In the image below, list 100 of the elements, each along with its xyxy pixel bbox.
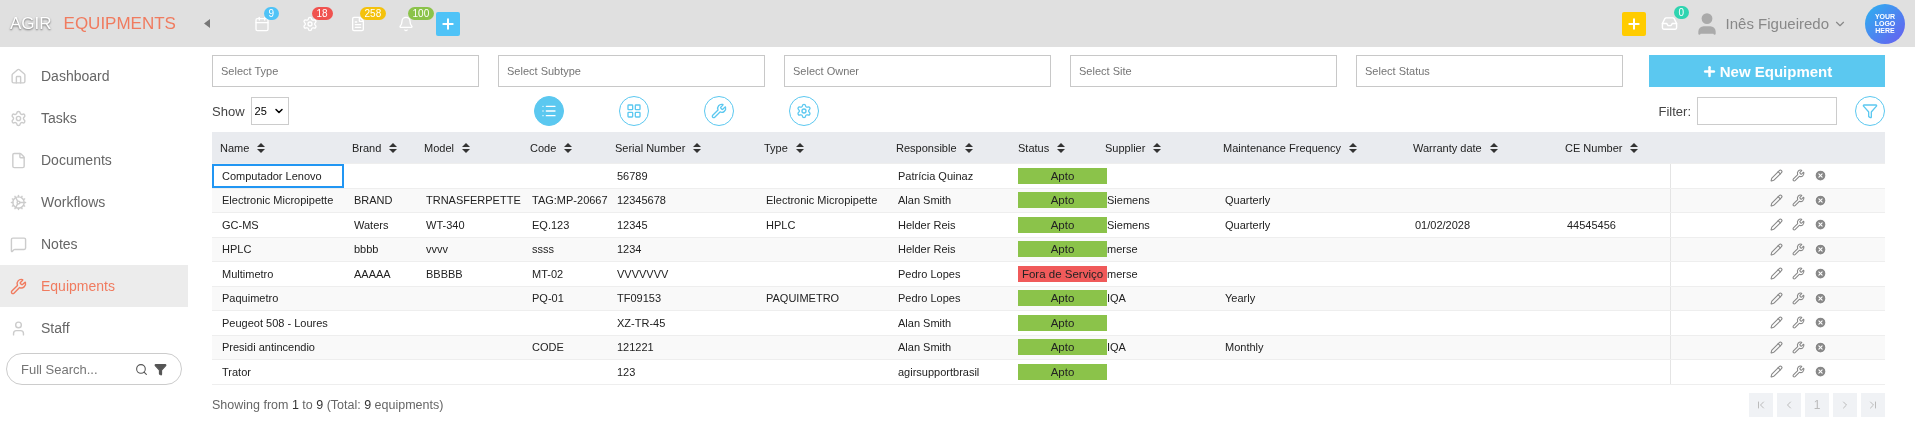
delete-icon[interactable] — [1813, 291, 1827, 305]
delete-icon[interactable] — [1813, 267, 1827, 281]
edit-icon[interactable] — [1769, 316, 1783, 330]
column-header[interactable]: Model — [424, 141, 454, 154]
edit-icon[interactable] — [1769, 218, 1783, 232]
edit-icon[interactable] — [1769, 267, 1783, 281]
delete-icon[interactable] — [1813, 365, 1827, 379]
table-cell-text: Quarterly — [1224, 217, 1272, 233]
sidebar-item[interactable]: Staff — [0, 307, 188, 349]
wrench-icon[interactable] — [1791, 193, 1805, 207]
delete-icon[interactable] — [1813, 169, 1827, 183]
wrench-icon[interactable] — [1791, 218, 1805, 232]
settings-icon — [795, 103, 812, 119]
sort-icon[interactable] — [1630, 142, 1639, 153]
status-badge: Apto — [1018, 339, 1107, 356]
select-field[interactable]: Select Site — [1070, 55, 1337, 87]
table-cell-text: Siemens — [1106, 217, 1151, 233]
sort-icon[interactable] — [1349, 142, 1357, 153]
select-field[interactable]: Select Type — [212, 55, 479, 87]
edit-icon[interactable] — [1769, 365, 1783, 379]
table-cell-text: 12345678 — [616, 193, 667, 209]
column-header[interactable]: Code — [530, 141, 557, 154]
filter-icon[interactable] — [154, 362, 167, 376]
sort-icon[interactable] — [964, 142, 973, 153]
status-badge: Apto — [1018, 363, 1107, 380]
filter-button[interactable] — [1855, 96, 1885, 126]
table-cell-text: Electronic Micropipette — [221, 193, 335, 209]
table-cell-text: TRNASFERPETTE — [425, 193, 522, 209]
wrench-icon[interactable] — [1791, 365, 1805, 379]
home-icon — [10, 67, 27, 85]
view-button[interactable] — [788, 96, 819, 126]
column-header[interactable]: Responsible — [896, 141, 957, 154]
sidebar-item[interactable]: Dashboard — [0, 55, 188, 97]
add-button[interactable] — [435, 11, 460, 36]
column-header[interactable]: Type — [764, 141, 788, 154]
sidebar-label: Equipments — [41, 278, 115, 294]
table-cell-text: Pedro Lopes — [897, 266, 962, 282]
wrench-icon — [10, 277, 27, 295]
table-cell-text: WT-340 — [425, 217, 466, 233]
column-header[interactable]: CE Number — [1565, 141, 1623, 154]
sidebar-item[interactable]: Workflows — [0, 181, 188, 223]
column-header[interactable]: Warranty date — [1413, 141, 1482, 154]
delete-icon[interactable] — [1813, 218, 1827, 232]
sidebar-item[interactable]: Tasks — [0, 97, 188, 139]
sort-icon[interactable] — [693, 142, 702, 153]
wrench-icon[interactable] — [1791, 267, 1805, 281]
search-icon[interactable] — [135, 362, 148, 376]
sort-icon[interactable] — [257, 142, 266, 153]
calendar-icon — [253, 15, 270, 32]
edit-icon[interactable] — [1769, 169, 1783, 183]
sort-icon[interactable] — [461, 142, 470, 153]
sidebar-item[interactable]: Documents — [0, 139, 188, 181]
count-badge: 0 — [1673, 6, 1690, 19]
wrench-icon[interactable] — [1791, 169, 1805, 183]
delete-icon[interactable] — [1813, 193, 1827, 207]
table-cell-text: BRAND — [353, 193, 394, 209]
column-header[interactable]: Name — [220, 141, 250, 154]
sort-icon[interactable] — [564, 142, 573, 153]
wrench-icon[interactable] — [1791, 340, 1805, 354]
select-field[interactable]: Select Subtype — [498, 55, 765, 87]
wrench-icon[interactable] — [1791, 291, 1805, 305]
table-cell-text: TF09153 — [616, 291, 663, 307]
column-header[interactable]: Status — [1018, 141, 1050, 154]
plus-icon — [1625, 15, 1642, 32]
column-header[interactable]: Maintenance Frequency — [1223, 141, 1341, 154]
column-header[interactable]: Supplier — [1105, 141, 1146, 154]
table-cell-text: agirsupportbrasil — [897, 364, 981, 380]
select-field[interactable]: Select Status — [1356, 55, 1623, 87]
sort-icon[interactable] — [1153, 142, 1162, 153]
edit-icon[interactable] — [1769, 193, 1783, 207]
sort-icon[interactable] — [389, 142, 398, 153]
plus-icon — [439, 15, 456, 32]
filter-field[interactable] — [1697, 97, 1837, 125]
table-cell-text: Pedro Lopes — [897, 291, 962, 307]
sort-icon[interactable] — [795, 142, 804, 153]
sort-icon[interactable] — [1057, 142, 1066, 153]
column-header[interactable]: Serial Number — [615, 141, 686, 154]
sidebar-item[interactable]: Notes — [0, 223, 188, 265]
view-button[interactable] — [533, 96, 564, 126]
table-cell-text: HPLC — [765, 217, 797, 233]
status-badge: Apto — [1018, 314, 1107, 331]
column-header[interactable]: Brand — [352, 141, 382, 154]
wrench-icon[interactable] — [1791, 316, 1805, 330]
view-button[interactable] — [703, 96, 734, 126]
edit-icon[interactable] — [1769, 340, 1783, 354]
edit-icon[interactable] — [1769, 242, 1783, 256]
delete-icon[interactable] — [1813, 340, 1827, 354]
table-cell-text: IQA — [1106, 291, 1127, 307]
page-size-select[interactable]: 25 — [250, 97, 289, 125]
view-button[interactable] — [618, 96, 649, 126]
inbox-icon[interactable] — [1661, 15, 1679, 32]
delete-icon[interactable] — [1813, 242, 1827, 256]
table-cell-text: AAAAA — [353, 266, 392, 282]
delete-icon[interactable] — [1813, 316, 1827, 330]
collapse-icon[interactable] — [203, 19, 210, 28]
sort-icon[interactable] — [1489, 142, 1498, 153]
sidebar-label: Staff — [41, 320, 70, 336]
select-field[interactable]: Select Owner — [784, 55, 1051, 87]
wrench-icon[interactable] — [1791, 242, 1805, 256]
edit-icon[interactable] — [1769, 291, 1783, 305]
